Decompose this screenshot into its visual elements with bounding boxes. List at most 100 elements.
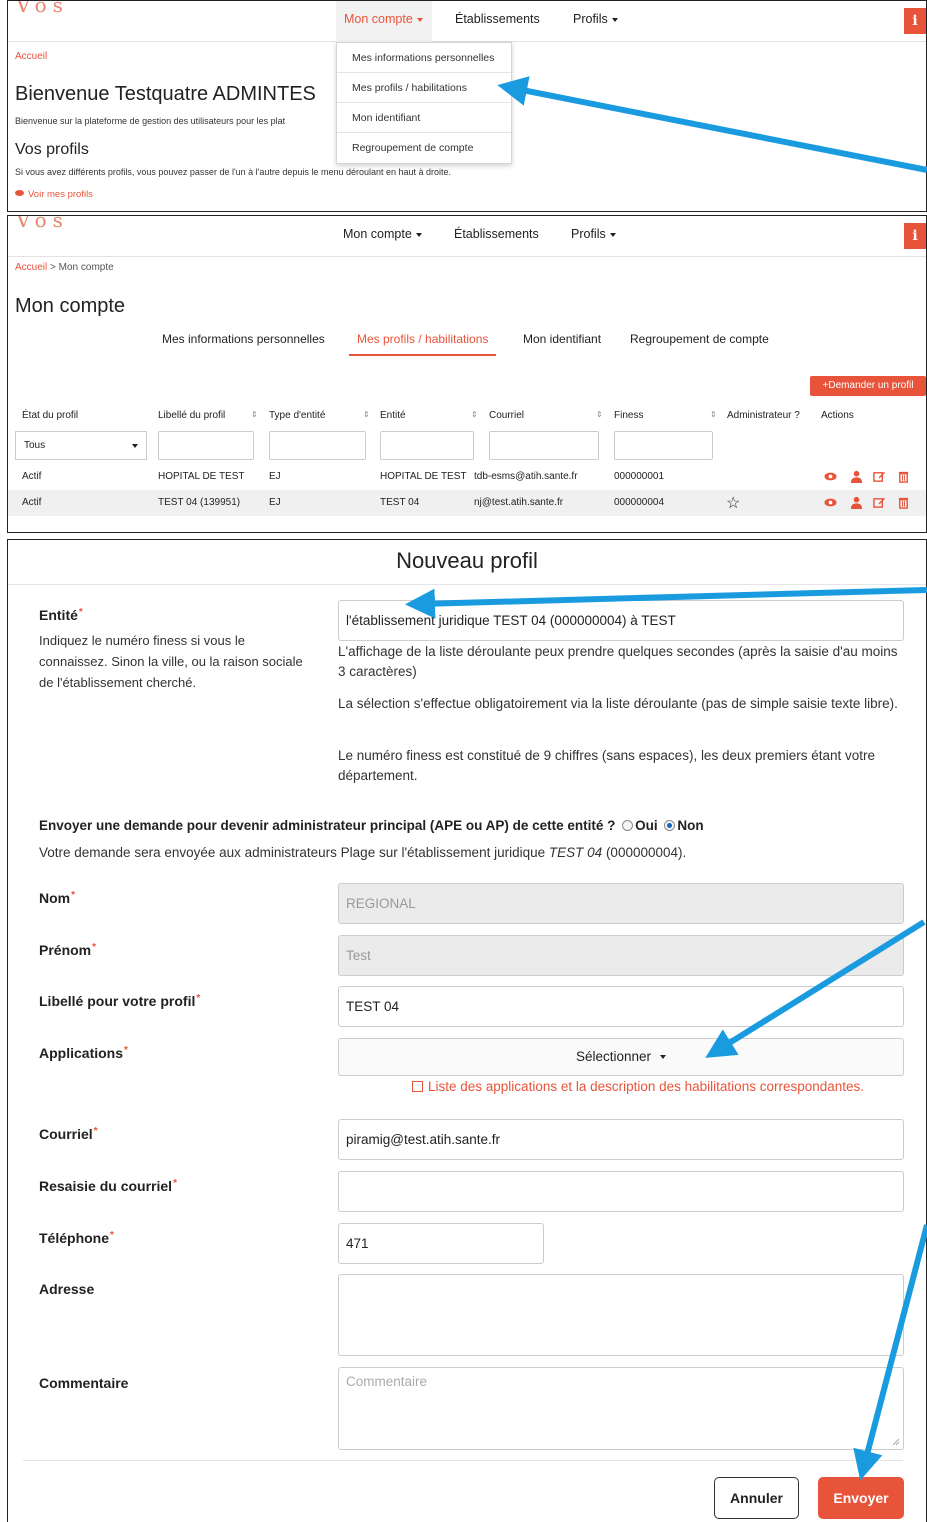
- account-dropdown-menu: Mes informations personnelles Mes profil…: [336, 42, 512, 164]
- sort-icon[interactable]: ⇕: [710, 410, 717, 419]
- required-asterisk: *: [110, 1230, 114, 1241]
- tab-account-grouping[interactable]: Regroupement de compte: [630, 332, 769, 354]
- logo: Vos: [16, 215, 69, 232]
- entity-input[interactable]: l'établissement juridique TEST 04 (00000…: [338, 600, 904, 641]
- finess-filter-input[interactable]: [614, 431, 713, 460]
- email-label: Courriel*: [39, 1126, 98, 1142]
- nav-etablissements[interactable]: Établissements: [454, 227, 539, 241]
- email-confirm-field[interactable]: [338, 1171, 904, 1212]
- table-row: Actif TEST 04 (139951) EJ TEST 04 nj@tes…: [8, 490, 926, 516]
- chevron-down-icon: [609, 232, 616, 237]
- profile-label-input[interactable]: TEST 04: [338, 986, 904, 1027]
- applications-list-link[interactable]: Liste des applications et la description…: [412, 1079, 864, 1094]
- phone-label: Téléphone*: [39, 1230, 114, 1246]
- chevron-down-icon: [415, 232, 422, 237]
- new-profile-form-panel: Nouveau profil Entité* Indiquez le numér…: [7, 539, 927, 1522]
- chevron-down-icon: [611, 17, 618, 22]
- cell-label: HOPITAL DE TEST: [158, 471, 245, 482]
- menu-item-account-grouping[interactable]: Regroupement de compte: [337, 133, 511, 163]
- radio-non[interactable]: [664, 819, 676, 831]
- required-asterisk: *: [71, 890, 76, 901]
- sort-icon[interactable]: ⇕: [471, 410, 478, 419]
- request-profile-button[interactable]: +Demander un profil: [810, 376, 926, 396]
- entity-type-filter-input[interactable]: [269, 431, 366, 460]
- breadcrumb-home[interactable]: Accueil: [15, 51, 47, 62]
- column-header-entity-type[interactable]: Type d'entité: [269, 410, 325, 421]
- column-header-label[interactable]: Libellé du profil: [158, 410, 225, 421]
- status-filter-select[interactable]: Tous: [15, 431, 147, 460]
- label-filter-input[interactable]: [158, 431, 254, 460]
- delete-trash-icon[interactable]: [897, 470, 910, 483]
- nav-mon-compte[interactable]: Mon compte: [344, 12, 423, 26]
- view-eye-icon[interactable]: [824, 496, 837, 509]
- column-header-finess[interactable]: Finess: [614, 410, 643, 421]
- divider: [8, 584, 926, 585]
- column-header-admin[interactable]: Administrateur ?: [727, 410, 800, 421]
- cell-finess: 000000004: [614, 497, 665, 508]
- column-header-email[interactable]: Courriel: [489, 410, 524, 421]
- home-panel: Vos Mon compte Établissements Profils i …: [7, 0, 927, 212]
- cell-label: TEST 04 (139951): [158, 497, 241, 508]
- sort-icon[interactable]: ⇕: [363, 410, 370, 419]
- prenom-field: Test: [338, 935, 904, 976]
- required-asterisk: *: [92, 942, 97, 953]
- breadcrumb-home[interactable]: Accueil: [15, 262, 47, 273]
- account-panel: Vos Mon compte Établissements Profils i …: [7, 215, 927, 533]
- phone-field[interactable]: 471: [338, 1223, 544, 1264]
- menu-item-profiles[interactable]: Mes profils / habilitations: [337, 73, 511, 103]
- email-field[interactable]: piramig@test.atih.sante.fr: [338, 1119, 904, 1160]
- breadcrumb-current: Mon compte: [58, 262, 114, 273]
- submit-button[interactable]: Envoyer: [818, 1477, 904, 1519]
- view-profiles-link[interactable]: Voir mes profils: [15, 189, 93, 200]
- entity-hint: Indiquez le numéro finess si vous le con…: [39, 633, 303, 690]
- edit-icon[interactable]: [873, 496, 886, 509]
- nav-etablissements[interactable]: Établissements: [455, 12, 540, 26]
- page-title: Mon compte: [15, 295, 126, 317]
- info-button[interactable]: i: [904, 223, 926, 249]
- entity-help-3: Le numéro finess est constitué de 9 chif…: [338, 748, 876, 783]
- tab-personal-info[interactable]: Mes informations personnelles: [162, 332, 325, 354]
- view-eye-icon[interactable]: [824, 470, 837, 483]
- divider: [23, 1460, 903, 1461]
- tab-profiles[interactable]: Mes profils / habilitations: [349, 332, 497, 356]
- entity-help-1: L'affichage de la liste déroulante peux …: [338, 644, 898, 679]
- nom-field: REGIONAL: [338, 883, 904, 924]
- column-header-status[interactable]: État du profil: [22, 410, 78, 421]
- breadcrumb-separator: >: [50, 262, 56, 273]
- cell-status: Actif: [22, 497, 42, 508]
- tab-identifier[interactable]: Mon identifiant: [523, 332, 601, 354]
- chevron-down-icon: [132, 444, 138, 448]
- column-header-entity[interactable]: Entité: [380, 410, 406, 421]
- welcome-title: Bienvenue Testquatre ADMINTES: [15, 83, 316, 105]
- user-icon[interactable]: [850, 470, 863, 483]
- admin-star-icon[interactable]: ☆: [726, 493, 740, 513]
- applications-label: Applications*: [39, 1045, 128, 1061]
- applications-select[interactable]: Sélectionner: [338, 1038, 904, 1076]
- cell-entity-type: EJ: [269, 497, 281, 508]
- sort-icon[interactable]: ⇕: [596, 410, 603, 419]
- column-header-actions: Actions: [821, 410, 854, 421]
- info-button[interactable]: i: [904, 8, 926, 34]
- entity-label: Entité*: [39, 607, 83, 623]
- entity-filter-input[interactable]: [380, 431, 474, 460]
- user-icon[interactable]: [850, 496, 863, 509]
- required-asterisk: *: [93, 1126, 98, 1137]
- cell-email: nj@test.atih.sante.fr: [474, 497, 564, 508]
- sort-icon[interactable]: ⇕: [251, 410, 258, 419]
- menu-item-identifier[interactable]: Mon identifiant: [337, 103, 511, 133]
- required-asterisk: *: [124, 1045, 128, 1056]
- radio-oui[interactable]: [622, 819, 634, 831]
- email-filter-input[interactable]: [489, 431, 599, 460]
- resize-grip-icon[interactable]: [892, 1438, 900, 1446]
- edit-icon[interactable]: [873, 470, 886, 483]
- address-textarea[interactable]: [338, 1274, 904, 1356]
- menu-item-personal-info[interactable]: Mes informations personnelles: [337, 43, 511, 73]
- comment-textarea[interactable]: Commentaire: [338, 1367, 904, 1450]
- required-asterisk: *: [173, 1178, 177, 1189]
- nav-mon-compte[interactable]: Mon compte: [343, 227, 422, 241]
- cancel-button[interactable]: Annuler: [714, 1477, 799, 1519]
- nav-profils[interactable]: Profils: [571, 227, 616, 241]
- nav-profils[interactable]: Profils: [573, 12, 618, 26]
- delete-trash-icon[interactable]: [897, 496, 910, 509]
- cell-entity: TEST 04: [380, 497, 420, 508]
